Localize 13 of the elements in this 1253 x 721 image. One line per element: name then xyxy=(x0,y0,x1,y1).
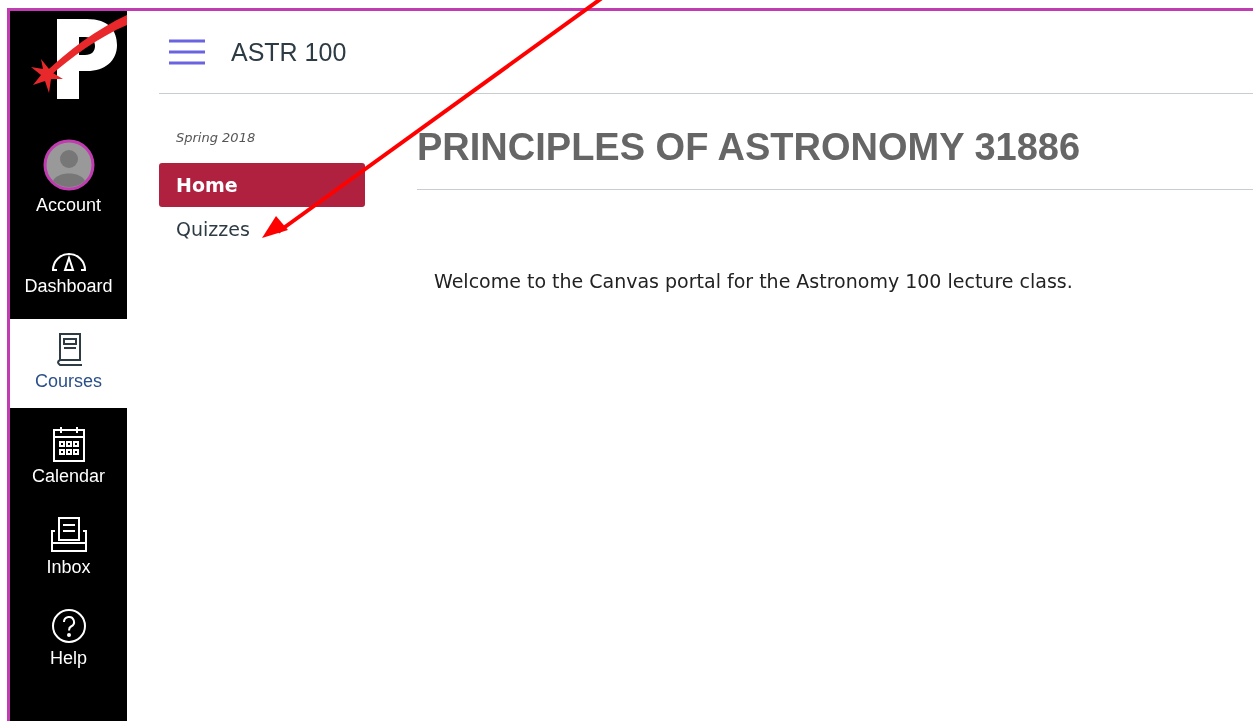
help-icon xyxy=(50,608,87,644)
page-heading: PRINCIPLES OF ASTRONOMY 31886 xyxy=(417,126,1253,190)
avatar-icon xyxy=(42,139,95,191)
nav-item[interactable]: Courses xyxy=(10,319,127,408)
course-nav-link[interactable]: Home xyxy=(159,163,365,207)
course-title[interactable]: ASTR 100 xyxy=(231,37,347,67)
menu-icon[interactable] xyxy=(169,39,205,65)
welcome-text: Welcome to the Canvas portal for the Astronomy 100 lecture class. xyxy=(434,270,1074,292)
course-nav-link[interactable]: Quizzes xyxy=(159,207,365,251)
book-icon xyxy=(54,333,83,367)
inbox-icon xyxy=(49,517,88,553)
calendar-icon xyxy=(52,426,85,462)
term-label: Spring 2018 xyxy=(175,130,257,145)
